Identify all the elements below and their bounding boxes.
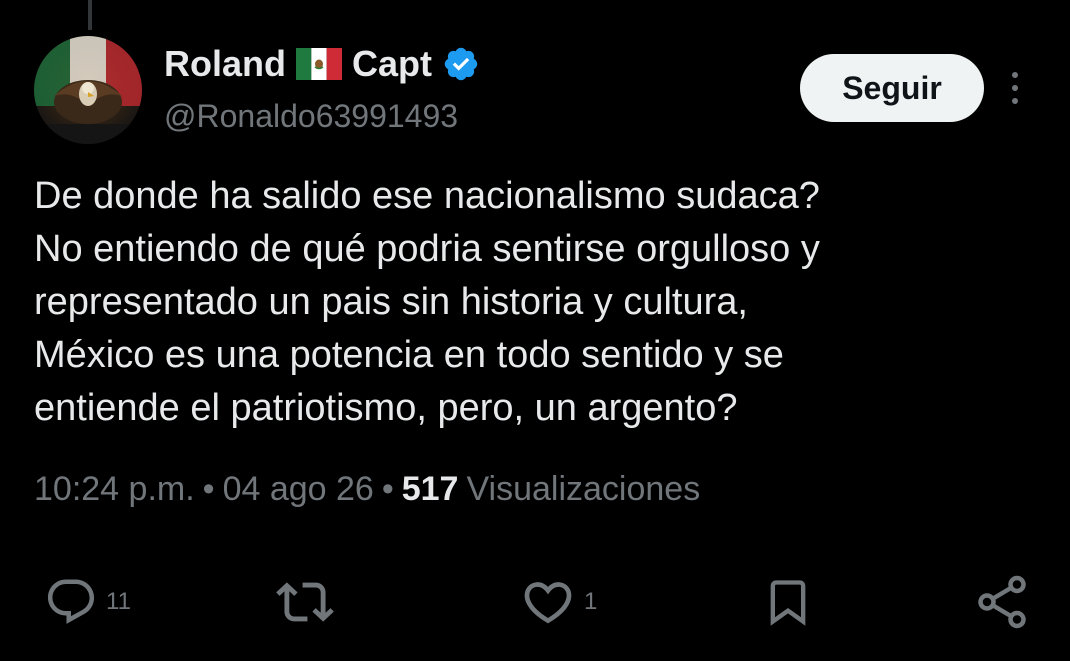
verified-badge-icon bbox=[442, 45, 480, 83]
tweet-text-line: representado un pais sin historia y cult… bbox=[34, 281, 748, 323]
views-count: 517 bbox=[401, 470, 459, 508]
meta-separator: • bbox=[381, 470, 394, 508]
reply-count: 11 bbox=[106, 588, 131, 615]
tweet-action-bar: 11 1 bbox=[0, 570, 1070, 634]
avatar[interactable] bbox=[34, 36, 142, 144]
thread-connector-line bbox=[88, 0, 92, 30]
mexico-flag-icon bbox=[296, 48, 342, 80]
heart-icon bbox=[524, 582, 572, 624]
share-icon bbox=[978, 575, 1026, 629]
tweet-text-line: No entiendo de qué podria sentirse orgul… bbox=[34, 228, 820, 270]
tweet-text-line: De donde ha salido ese nacionalismo suda… bbox=[34, 175, 820, 217]
views-label: Visualizaciones bbox=[466, 470, 701, 508]
eagle-mexico-flag-avatar-icon bbox=[34, 36, 142, 144]
bookmark-button[interactable] bbox=[762, 570, 814, 634]
tweet-text-line: entiende el patriotismo, pero, un argent… bbox=[34, 387, 738, 429]
tweet-text-line: México es una potencia en todo sentido y… bbox=[34, 334, 784, 376]
user-display-name-second[interactable]: Capt bbox=[352, 43, 432, 85]
follow-button[interactable]: Seguir bbox=[800, 54, 984, 122]
retweet-icon bbox=[276, 582, 334, 622]
tweet-metadata: 10:24 p.m. • 04 ago 26 • 517 Visualizaci… bbox=[34, 470, 700, 509]
tweet-time[interactable]: 10:24 p.m. bbox=[34, 470, 195, 509]
user-handle[interactable]: @Ronaldo63991493 bbox=[164, 98, 458, 135]
meta-separator: • bbox=[202, 470, 215, 508]
more-vertical-icon[interactable] bbox=[1000, 66, 1030, 110]
reply-button[interactable]: 11 bbox=[44, 570, 131, 634]
user-name-row[interactable]: Roland Capt bbox=[164, 40, 480, 88]
tweet-date[interactable]: 04 ago 26 bbox=[223, 470, 374, 509]
share-button[interactable] bbox=[972, 570, 1032, 634]
bookmark-icon bbox=[770, 580, 806, 626]
tweet-text: De donde ha salido ese nacionalismo suda… bbox=[34, 170, 1044, 435]
retweet-button[interactable] bbox=[276, 570, 334, 634]
like-button[interactable]: 1 bbox=[520, 570, 597, 634]
like-count: 1 bbox=[584, 588, 598, 615]
user-display-name-first[interactable]: Roland bbox=[164, 43, 286, 85]
reply-icon bbox=[47, 579, 95, 624]
